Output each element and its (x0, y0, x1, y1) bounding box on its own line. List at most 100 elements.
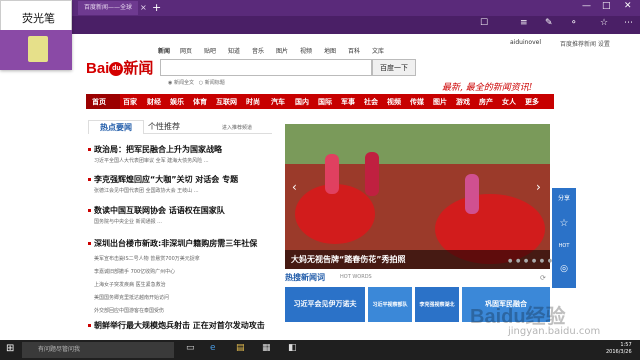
nav-domestic[interactable]: 国内 (295, 97, 309, 107)
nav-web[interactable]: 网页 (180, 46, 192, 55)
nav-auto[interactable]: 汽车 (271, 97, 285, 107)
float-share[interactable]: 分享 (552, 193, 576, 202)
news-item-6[interactable]: 李嘉诚旧部撤手 700亿收购广州中心 (94, 268, 175, 275)
nav-home[interactable]: 首页 (92, 97, 106, 107)
watermark-url: jingyan.baidu.com (508, 326, 601, 337)
nav-media[interactable]: 传媒 (410, 97, 424, 107)
nav-tieba[interactable]: 贴吧 (204, 46, 216, 55)
hotword-1[interactable]: 习近平会见伊万诺夫 (285, 287, 365, 322)
hotwords-subtitle: HOT WORDS (340, 274, 372, 280)
slider-caption[interactable]: 大妈无视告牌“踏春伤花”秀拍照 (291, 254, 406, 265)
headline-text[interactable]: 深圳出台楼市新政:非深圳户籍购房需三年社保 (94, 239, 257, 248)
close-window-button[interactable]: ✕ (624, 1, 632, 11)
nav-house[interactable]: 房产 (479, 97, 493, 107)
nav-games[interactable]: 游戏 (456, 97, 470, 107)
hotword-3[interactable]: 李克强视察湖北 (415, 287, 459, 322)
nav-music[interactable]: 音乐 (252, 46, 264, 55)
nav-wenku[interactable]: 文库 (372, 46, 384, 55)
headline-2[interactable]: 李克强辉煌回应“大咖”关切 对话会 专题 (88, 174, 238, 185)
nav-sports[interactable]: 体育 (193, 97, 207, 107)
nav-baijia[interactable]: 百家 (123, 97, 137, 107)
search-input[interactable] (160, 59, 372, 76)
maximize-button[interactable]: □ (602, 1, 611, 11)
edge-icon[interactable]: e (210, 343, 216, 353)
app-icon[interactable]: ◧ (288, 343, 297, 353)
nav-society[interactable]: 社会 (364, 97, 378, 107)
slider-person (325, 154, 339, 194)
search-option-title: 新闻标题 (204, 80, 225, 86)
nav-map[interactable]: 地图 (324, 46, 336, 55)
nav-ent[interactable]: 娱乐 (170, 97, 184, 107)
news-item-8[interactable]: 美国国务卿克里抵达越南开始访问 (94, 294, 169, 301)
news-slider-image[interactable] (285, 124, 550, 269)
nav-intl[interactable]: 国际 (318, 97, 332, 107)
nav-baike[interactable]: 百科 (348, 46, 360, 55)
taskbar-search[interactable]: 有问题尽管问我 (22, 342, 174, 358)
username[interactable]: aiduinovel (510, 39, 541, 46)
highlighter-icon[interactable] (28, 36, 48, 62)
reading-icon[interactable]: ☐ (480, 18, 488, 28)
start-icon[interactable]: ⊞ (6, 343, 14, 354)
new-tab-button[interactable]: + (152, 1, 161, 14)
headline-text[interactable]: 朝鲜举行最大规模炮兵射击 正在对首尔发动攻击 (94, 321, 265, 330)
browser-tab[interactable]: 百度新闻——全球 (78, 1, 138, 15)
headline-3[interactable]: 数读中国互联网协会 话语权在国家队 (88, 205, 225, 216)
headline-3-sub[interactable]: 国务院与中央企业 新闻通报 ... (94, 218, 162, 225)
nav-finance[interactable]: 财经 (147, 97, 161, 107)
hotword-2[interactable]: 习近平视察部队 (368, 287, 412, 322)
refresh-icon[interactable]: ⟳ (540, 274, 546, 282)
hub-icon[interactable]: ≡ (520, 18, 528, 28)
slider-next-icon[interactable]: › (536, 180, 541, 194)
enter-recommend-link[interactable]: 进入推荐频道 (222, 124, 252, 131)
news-item-7[interactable]: 上海女子突发疾病 医生紧急救治 (94, 281, 166, 288)
news-item-9[interactable]: 外交部回应中国游客在泰国受伤 (94, 307, 164, 314)
search-button[interactable]: 百度一下 (372, 59, 416, 76)
more-icon[interactable]: ⋯ (624, 18, 633, 28)
nav-video[interactable]: 视频 (300, 46, 312, 55)
nav-zhidao[interactable]: 知道 (228, 46, 240, 55)
slider-dots[interactable]: ● ● ● ● ● ● (508, 258, 553, 264)
store-icon[interactable]: ▦ (262, 343, 271, 353)
eye-icon[interactable]: ◎ (552, 264, 576, 274)
headline-text[interactable]: 李克强辉煌回应“大咖”关切 对话会 专题 (94, 175, 238, 184)
task-view-icon[interactable]: ▭ (186, 343, 195, 353)
explorer-icon[interactable]: ▤ (236, 343, 245, 353)
headline-text[interactable]: 政治局：把军民融合上升为国家战略 (94, 145, 222, 154)
nav-women[interactable]: 女人 (502, 97, 516, 107)
nav-military[interactable]: 军事 (341, 97, 355, 107)
taskbar-clock[interactable]: 1:57 2016/3/26 (606, 342, 632, 356)
bullet-icon (88, 178, 91, 181)
news-item-5[interactable]: 美军宣布击毙IS二号人物 曾悬赏700万美元捉拿 (94, 255, 200, 262)
nav-image[interactable]: 图片 (276, 46, 288, 55)
bullet-icon (88, 209, 91, 212)
search-options[interactable]: ◉ 新闻全文 ○ 新闻标题 (168, 79, 225, 86)
baidu-news-logo[interactable]: Bai du 新闻 (86, 57, 153, 78)
slogan: 最新, 最全的新闻资讯! (442, 83, 533, 93)
tab-hot-news[interactable]: 热点要闻 (88, 120, 144, 134)
headline-text[interactable]: 数读中国互联网协会 话语权在国家队 (94, 206, 225, 215)
nav-internet[interactable]: 互联网 (216, 97, 237, 107)
headline-1-sub[interactable]: 习近平全国人大代表团审议 全军 建海大债务风险 ... (94, 157, 209, 164)
nav-pictures[interactable]: 图片 (433, 97, 447, 107)
headline-10[interactable]: 朝鲜举行最大规模炮兵射击 正在对首尔发动攻击 (88, 320, 265, 331)
float-hot[interactable]: HOT (552, 243, 576, 249)
minimize-button[interactable]: — (582, 1, 591, 11)
top-right-links[interactable]: 百度推荐新闻 设置 (560, 39, 610, 48)
headline-4[interactable]: 深圳出台楼市新政:非深圳户籍购房需三年社保 (88, 238, 257, 249)
nav-more[interactable]: 更多 (525, 97, 539, 107)
hotwords-title: 热搜新闻词 (285, 273, 325, 282)
headline-1[interactable]: 政治局：把军民融合上升为国家战略 (88, 144, 222, 155)
bullet-icon (88, 148, 91, 151)
star-icon[interactable]: ☆ (552, 218, 576, 229)
watermark-logo: Baidu经验 (470, 306, 566, 328)
nav-news[interactable]: 新闻 (158, 46, 170, 55)
share-icon[interactable]: ⚬ (570, 18, 578, 28)
favorite-icon[interactable]: ☆ (600, 18, 608, 28)
slider-prev-icon[interactable]: ‹ (292, 180, 297, 194)
nav-video-cat[interactable]: 视频 (387, 97, 401, 107)
nav-fashion[interactable]: 时尚 (246, 97, 260, 107)
headline-2-sub[interactable]: 张德江会见中国代表团 全国政协大会 王岐山 ... (94, 187, 199, 194)
tab-close-icon[interactable]: × (140, 3, 147, 12)
tab-recommend[interactable]: 个性推荐 (148, 121, 180, 132)
note-icon[interactable]: ✎ (545, 18, 553, 28)
